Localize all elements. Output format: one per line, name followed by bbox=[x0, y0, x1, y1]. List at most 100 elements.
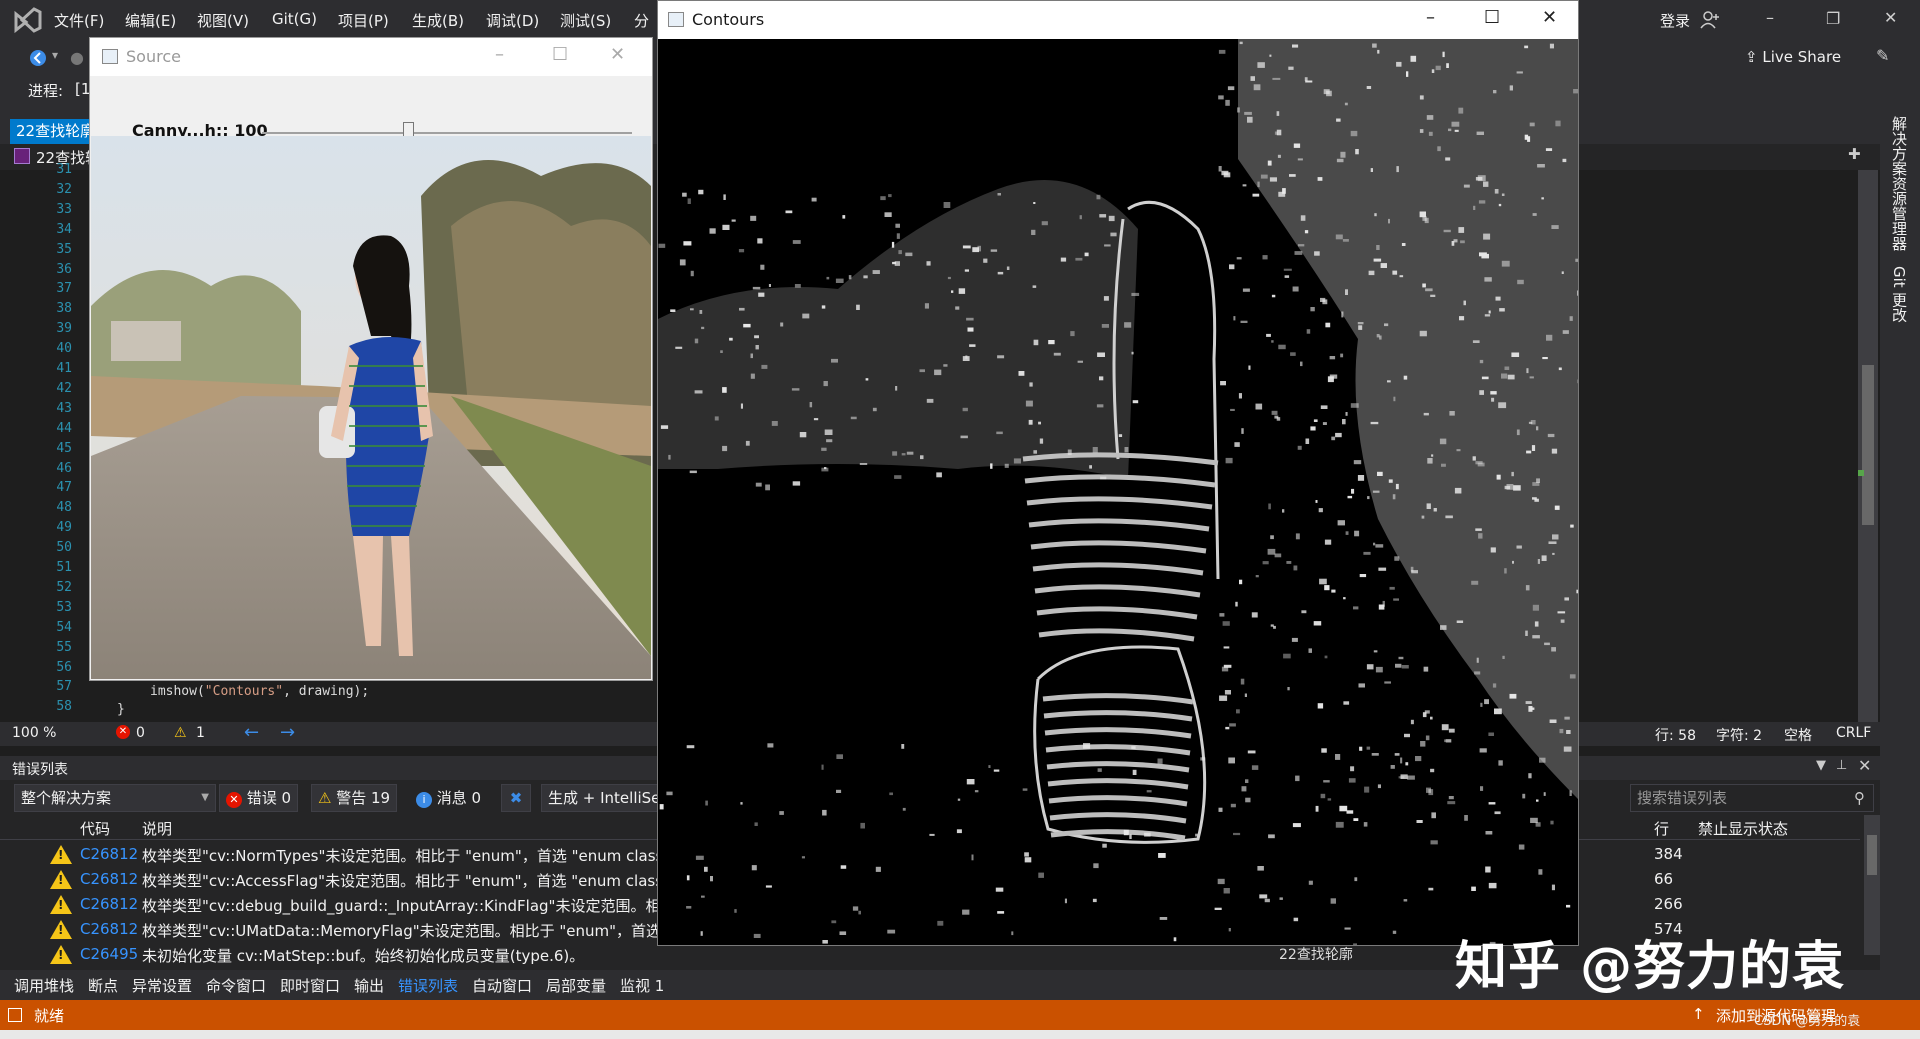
menu-edit[interactable]: 编辑(E) bbox=[125, 10, 176, 31]
error-list-scroll-thumb[interactable] bbox=[1867, 835, 1877, 875]
warnings-filter-button[interactable]: ⚠ 警告 19 bbox=[311, 784, 398, 812]
contour-speck bbox=[1252, 193, 1260, 197]
contour-speck bbox=[1395, 663, 1402, 668]
menu-view[interactable]: 视图(V) bbox=[197, 10, 249, 31]
contour-speck bbox=[1298, 244, 1305, 247]
menu-debug[interactable]: 调试(D) bbox=[486, 10, 539, 31]
menu-test[interactable]: 测试(S) bbox=[560, 10, 611, 31]
contour-speck bbox=[1355, 149, 1359, 155]
minimize-icon[interactable]: – bbox=[1426, 7, 1435, 28]
indent-mode[interactable]: 空格 bbox=[1784, 725, 1812, 745]
split-editor-icon[interactable]: ✚ bbox=[1848, 145, 1861, 163]
vs-minimize-icon[interactable]: – bbox=[1766, 8, 1774, 27]
tab-breakpoints[interactable]: 断点 bbox=[88, 975, 118, 996]
column-suppression[interactable]: 禁止显示状态 bbox=[1698, 818, 1788, 839]
contours-window[interactable]: Contours – ☐ ✕ bbox=[657, 0, 1579, 946]
contour-speck bbox=[1315, 805, 1319, 812]
messages-filter-button[interactable]: i 消息 0 bbox=[409, 784, 488, 812]
solution-explorer-tab[interactable]: 解决方案资源管理器 bbox=[1890, 116, 1910, 251]
contour-speck bbox=[1157, 758, 1163, 764]
menu-file[interactable]: 文件(F) bbox=[54, 10, 104, 31]
zoom-select[interactable]: 100 % bbox=[12, 725, 56, 741]
tab-22-find-contours[interactable]: 22查找轮廓 bbox=[10, 119, 102, 144]
contour-speck bbox=[1353, 943, 1357, 945]
line-ending[interactable]: CRLF bbox=[1836, 725, 1871, 741]
vs-restore-icon[interactable]: ❐ bbox=[1826, 9, 1840, 28]
git-changes-tab[interactable]: Git 更改 bbox=[1890, 266, 1910, 322]
contour-speck bbox=[1528, 706, 1533, 712]
contour-speck bbox=[1262, 561, 1269, 565]
menu-git[interactable]: Git(G) bbox=[272, 10, 317, 28]
contour-speck bbox=[1419, 95, 1424, 100]
tab-autos[interactable]: 自动窗口 bbox=[472, 975, 532, 996]
errors-filter-button[interactable]: ✕ 错误 0 bbox=[219, 784, 299, 812]
menu-project[interactable]: 项目(P) bbox=[338, 10, 389, 31]
back-dropdown-icon[interactable]: ▾ bbox=[52, 48, 58, 62]
contour-speck bbox=[1067, 449, 1072, 456]
error-count[interactable]: 0 bbox=[136, 725, 145, 741]
scope-select[interactable]: 整个解决方案 ▼ bbox=[14, 784, 216, 812]
live-share-button[interactable]: ⇪ Live Share bbox=[1745, 48, 1841, 66]
editor-vertical-scrollbar[interactable] bbox=[1858, 170, 1878, 722]
contour-speck bbox=[880, 196, 886, 201]
close-icon[interactable]: ✕ bbox=[1542, 7, 1557, 28]
trackbar-track[interactable] bbox=[262, 132, 632, 134]
next-issue-icon[interactable]: → bbox=[280, 722, 295, 743]
tab-call-stack[interactable]: 调用堆栈 bbox=[14, 975, 74, 996]
forward-nav-icon[interactable]: ● bbox=[70, 48, 84, 67]
contour-speck bbox=[990, 463, 993, 469]
tab-immediate-window[interactable]: 即时窗口 bbox=[280, 975, 340, 996]
column-code[interactable]: 代码 bbox=[80, 818, 110, 839]
tab-command-window[interactable]: 命令窗口 bbox=[206, 975, 266, 996]
warning-code-link[interactable]: C26812 bbox=[80, 845, 138, 863]
warning-code-link[interactable]: C26812 bbox=[80, 920, 138, 938]
source-titlebar[interactable]: Source – ☐ ✕ bbox=[90, 38, 652, 76]
warnings-filter-label: 警告 19 bbox=[336, 789, 391, 807]
warning-count[interactable]: 1 bbox=[196, 725, 205, 741]
contours-titlebar[interactable]: Contours – ☐ ✕ bbox=[658, 1, 1578, 39]
add-user-icon[interactable] bbox=[1700, 10, 1720, 30]
feedback-icon[interactable]: ✎ bbox=[1876, 46, 1889, 65]
error-list-scrollbar[interactable] bbox=[1864, 815, 1880, 955]
contour-speck bbox=[842, 215, 846, 219]
close-icon[interactable]: ✕ bbox=[610, 44, 625, 65]
panel-dropdown-icon[interactable]: ▼ bbox=[1816, 758, 1826, 773]
column-description[interactable]: 说明 bbox=[142, 818, 172, 839]
minimize-icon[interactable]: – bbox=[495, 44, 504, 65]
tab-output[interactable]: 输出 bbox=[354, 975, 384, 996]
panel-close-icon[interactable]: ✕ bbox=[1858, 756, 1871, 775]
contour-speck bbox=[1550, 820, 1554, 825]
contour-speck bbox=[1575, 258, 1578, 262]
login-link[interactable]: 登录 bbox=[1660, 10, 1690, 31]
contour-speck bbox=[1255, 403, 1263, 410]
contour-speck bbox=[1425, 735, 1430, 741]
tab-locals[interactable]: 局部变量 bbox=[546, 975, 606, 996]
warning-code-link[interactable]: C26812 bbox=[80, 895, 138, 913]
back-nav-icon[interactable] bbox=[28, 48, 48, 68]
warning-code-link[interactable]: C26812 bbox=[80, 870, 138, 888]
warning-icon bbox=[50, 870, 72, 889]
line-number: 31 bbox=[56, 162, 72, 177]
menu-build[interactable]: 生成(B) bbox=[412, 10, 464, 31]
tab-error-list[interactable]: 错误列表 bbox=[398, 975, 458, 996]
build-filter-select[interactable]: 生成 + IntelliSe bbox=[541, 784, 665, 812]
line-number: 38 bbox=[56, 301, 72, 317]
pin-icon[interactable]: ⊥ bbox=[1836, 758, 1847, 773]
search-error-list-input[interactable]: 搜索错误列表 ⚲ bbox=[1630, 784, 1874, 812]
editor-scroll-thumb[interactable] bbox=[1862, 365, 1874, 525]
prev-issue-icon[interactable]: ← bbox=[244, 722, 259, 743]
contour-speck bbox=[1479, 252, 1487, 257]
clear-filter-icon[interactable]: ✖ bbox=[501, 784, 531, 812]
visual-studio-logo-icon[interactable] bbox=[12, 6, 42, 34]
menu-analyze[interactable]: 分 bbox=[634, 10, 649, 31]
code-line-57[interactable]: imshow("Contours", drawing); bbox=[150, 684, 369, 699]
source-window[interactable]: Source – ☐ ✕ Canny...h:: 100 bbox=[89, 37, 653, 681]
line-number: 43 bbox=[56, 400, 72, 416]
vs-close-icon[interactable]: ✕ bbox=[1884, 8, 1897, 27]
tab-exception-settings[interactable]: 异常设置 bbox=[132, 975, 192, 996]
column-line[interactable]: 行 bbox=[1654, 818, 1669, 839]
maximize-icon[interactable]: ☐ bbox=[1484, 7, 1500, 28]
maximize-icon[interactable]: ☐ bbox=[552, 44, 568, 65]
tab-watch-1[interactable]: 监视 1 bbox=[620, 975, 664, 996]
warning-code-link[interactable]: C26495 bbox=[80, 945, 138, 963]
